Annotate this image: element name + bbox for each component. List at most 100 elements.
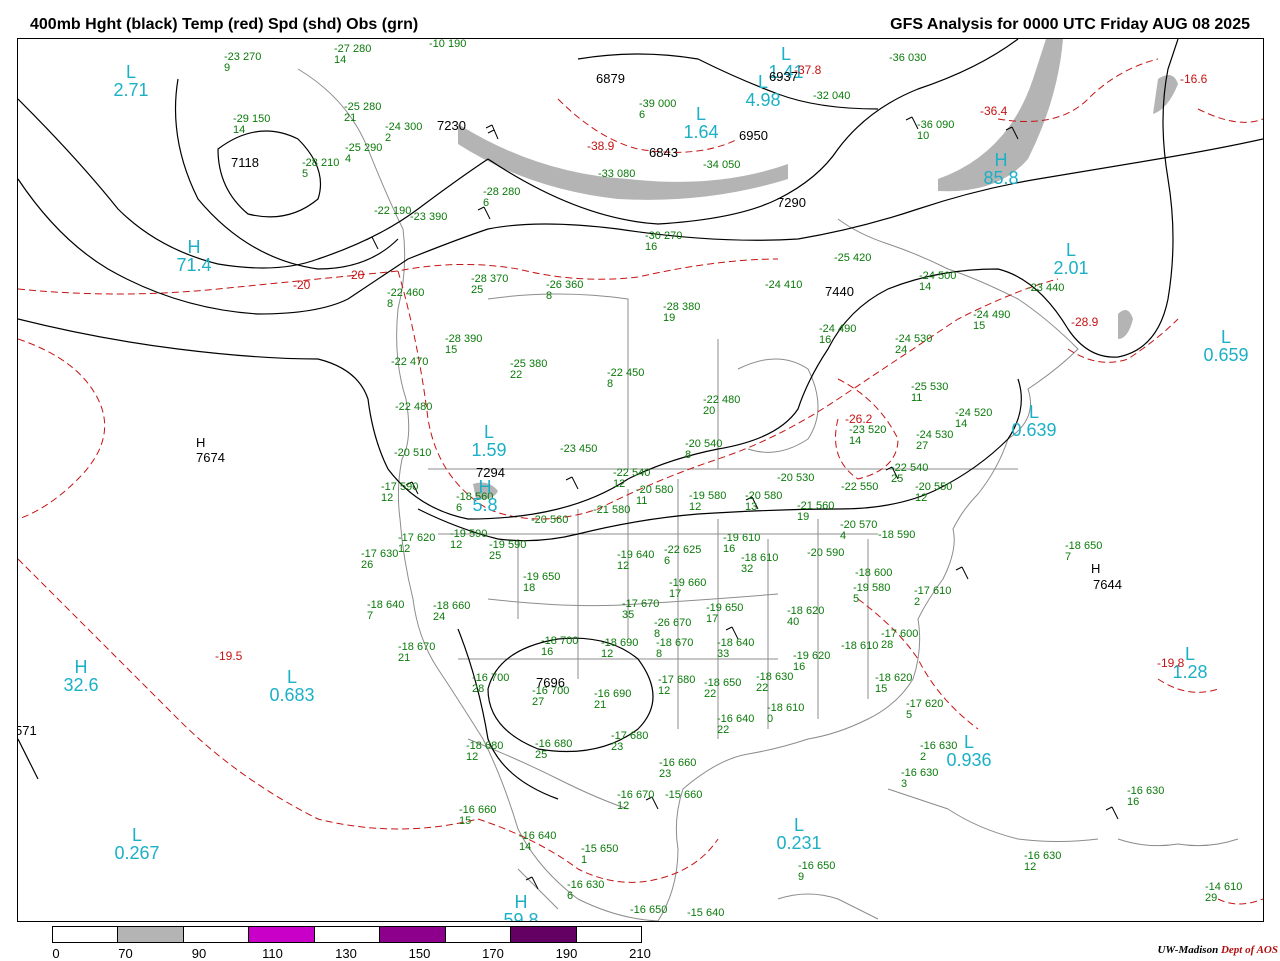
station-ob: -18 620 40 xyxy=(787,605,825,628)
station-ob: -27 280 14 xyxy=(334,43,372,66)
station-ob: -24 500 14 xyxy=(919,270,957,293)
weather-map: -23 270 9 -27 280 14 -10 190 -25 280 21 -24 … xyxy=(17,38,1264,922)
height-contours xyxy=(18,39,1263,800)
low-center: L 0.659 xyxy=(1203,327,1249,365)
station-ob: -16 670 12 xyxy=(617,789,655,812)
legend-label: 190 xyxy=(555,946,578,961)
height-label: 7696 xyxy=(536,675,565,690)
station-ob: -19 640 12 xyxy=(617,549,655,572)
low-center: L 2.01 xyxy=(1053,240,1089,278)
station-ob: -18 610 xyxy=(841,640,879,652)
station-ob: -18 680 12 xyxy=(466,740,504,763)
temperature-label: -19.8 xyxy=(1157,656,1185,670)
station-ob: -16 700 28 xyxy=(472,672,510,695)
height-label: 7440 xyxy=(825,284,854,299)
high-center: H 59.8 xyxy=(503,892,539,922)
station-ob: -19 580 12 xyxy=(689,490,727,513)
station-ob: -22 550 xyxy=(841,481,879,493)
analysis-time: GFS Analysis for 0000 UTC Friday AUG 08 … xyxy=(890,16,1250,33)
station-ob: -20 510 xyxy=(394,447,432,459)
station-ob: -15 650 1 xyxy=(581,843,619,866)
station-ob: -18 670 21 xyxy=(398,641,436,664)
station-ob: -28 380 19 xyxy=(663,301,701,324)
station-ob: -19 590 25 xyxy=(489,539,527,562)
station-ob: -25 420 xyxy=(834,252,872,264)
high-center: H 71.4 xyxy=(176,237,212,275)
station-ob: -24 530 27 xyxy=(916,429,954,452)
height-label: 7230 xyxy=(437,118,466,133)
height-label: 571 xyxy=(17,723,37,738)
station-ob: -36 030 xyxy=(889,52,927,64)
station-ob: -19 650 17 xyxy=(706,602,744,625)
low-center: L 1.64 xyxy=(683,104,719,142)
station-ob: -24 530 24 xyxy=(895,333,933,356)
legend-swatch xyxy=(118,927,184,942)
legend-swatch xyxy=(53,927,119,942)
station-ob: -22 480 xyxy=(395,401,433,413)
height-label: 6879 xyxy=(596,71,625,86)
station-ob: -16 650 9 xyxy=(798,860,836,883)
low-center: L 2.71 xyxy=(113,62,149,100)
station-ob: -16 660 23 xyxy=(659,757,697,780)
station-ob: -22 460 8 xyxy=(387,287,425,310)
station-ob: -19 660 17 xyxy=(669,577,707,600)
station-ob: -23 440 xyxy=(1027,282,1065,294)
credit: UW-Madison Dept of AOS xyxy=(1157,944,1278,956)
station-ob: -23 390 xyxy=(410,211,448,223)
station-ob: -18 660 24 xyxy=(433,600,471,623)
station-ob: -22 625 6 xyxy=(664,544,702,567)
station-ob: -20 540 8 xyxy=(685,438,723,461)
credit-org: UW-Madison xyxy=(1157,944,1219,956)
station-ob: -10 190 xyxy=(429,38,467,50)
chart-title: 400mb Hght (black) Temp (red) Spd (shd) … xyxy=(30,16,419,33)
legend-label: 130 xyxy=(335,946,357,961)
station-ob: -17 600 28 xyxy=(881,628,919,651)
high-center: H 85.8 xyxy=(983,150,1019,188)
height-label: 7674 xyxy=(196,450,225,465)
station-ob: -16 630 6 xyxy=(567,879,605,902)
station-ob: -20 580 11 xyxy=(636,484,674,507)
legend-swatch xyxy=(249,927,315,942)
station-ob: -18 640 33 xyxy=(717,637,755,660)
station-ob: -18 700 16 xyxy=(541,635,579,658)
station-ob: -30 270 16 xyxy=(645,230,683,253)
temperature-label: -19.5 xyxy=(215,649,243,663)
legend-label: 210 xyxy=(629,946,651,961)
station-ob: -16 640 22 xyxy=(717,713,755,736)
height-label: H xyxy=(196,435,206,450)
station-ob: -18 610 0 xyxy=(767,702,805,725)
station-ob: -16 690 21 xyxy=(594,688,632,711)
station-ob: -28 210 5 xyxy=(302,157,340,180)
station-ob: -23 450 xyxy=(560,443,598,455)
station-ob: -24 300 2 xyxy=(385,121,423,144)
station-ob: -24 490 15 xyxy=(973,309,1011,332)
legend-swatch xyxy=(576,927,641,942)
low-center: L 0.936 xyxy=(946,732,992,770)
station-ob: -29 150 14 xyxy=(233,113,271,136)
temperature-label: -16.6 xyxy=(1180,72,1208,86)
legend-label: 170 xyxy=(482,946,504,961)
station-ob: -22 470 xyxy=(391,356,429,368)
station-ob: -24 410 xyxy=(765,279,803,291)
station-ob: -19 650 18 xyxy=(523,571,561,594)
station-ob: -18 650 22 xyxy=(704,677,742,700)
station-ob: -25 530 11 xyxy=(911,381,949,404)
station-ob: -22 480 20 xyxy=(703,394,741,417)
station-ob: -26 360 8 xyxy=(546,279,584,302)
station-ob: -32 040 xyxy=(813,90,851,102)
station-ob: -20 570 4 xyxy=(840,519,878,542)
station-ob: -34 050 xyxy=(703,159,741,171)
station-ob: -23 270 9 xyxy=(224,51,262,74)
station-ob: -16 630 12 xyxy=(1024,850,1062,873)
height-label: 7644 xyxy=(1093,577,1122,592)
station-ob: -25 280 21 xyxy=(344,101,382,124)
height-label: 6843 xyxy=(649,145,678,160)
station-ob: -25 290 4 xyxy=(345,142,383,165)
station-ob: -33 080 xyxy=(598,168,636,180)
station-ob: -17 620 12 xyxy=(398,532,436,555)
height-label: 7294 xyxy=(476,465,505,480)
station-ob: -19 590 12 xyxy=(450,528,488,551)
station-ob: -17 680 12 xyxy=(658,674,696,697)
height-label: H xyxy=(1091,561,1101,576)
temperature-label: -28.9 xyxy=(1071,315,1099,329)
